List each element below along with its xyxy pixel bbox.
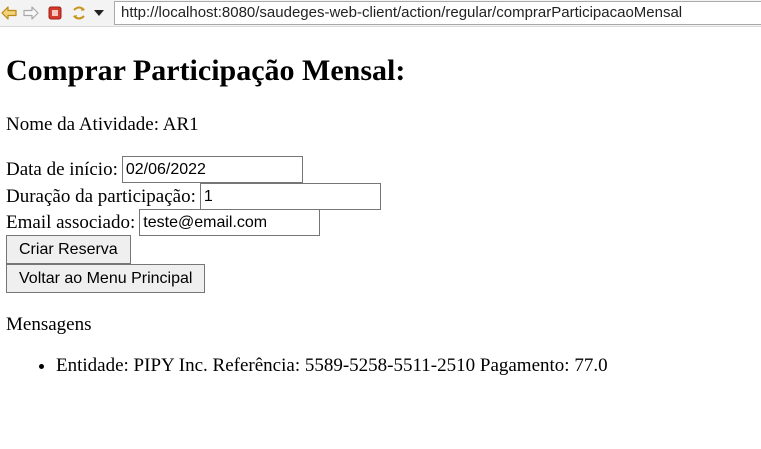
create-reservation-button[interactable]: Criar Reserva [6, 235, 131, 264]
activity-name: Nome da Atividade: AR1 [6, 114, 199, 135]
start-date-row: Data de início: [6, 156, 303, 183]
start-date-field[interactable] [121, 156, 303, 183]
message-item: Entidade: PIPY Inc. Referência: 5589-525… [56, 353, 608, 379]
address-bar[interactable]: http://localhost:8080/saudeges-web-clien… [114, 1, 761, 25]
email-label: Email associado: [6, 211, 136, 233]
messages-heading: Mensagens [6, 314, 92, 335]
email-field[interactable] [139, 209, 321, 236]
forward-arrow-icon[interactable] [22, 4, 40, 22]
duration-field[interactable] [199, 183, 381, 210]
duration-row: Duração da participação: [6, 183, 381, 210]
messages-list: Entidade: PIPY Inc. Referência: 5589-525… [6, 353, 608, 379]
refresh-icon[interactable] [70, 4, 88, 22]
dropdown-arrow-icon[interactable] [90, 4, 108, 22]
browser-toolbar: http://localhost:8080/saudeges-web-clien… [0, 0, 761, 27]
email-row: Email associado: [6, 209, 321, 236]
start-date-label: Data de início: [6, 158, 118, 180]
duration-label: Duração da participação: [6, 185, 196, 207]
back-to-menu-button[interactable]: Voltar ao Menu Principal [6, 264, 206, 293]
back-arrow-icon[interactable] [0, 4, 18, 22]
page-title: Comprar Participação Mensal: [6, 54, 406, 87]
stop-icon[interactable] [46, 4, 64, 22]
